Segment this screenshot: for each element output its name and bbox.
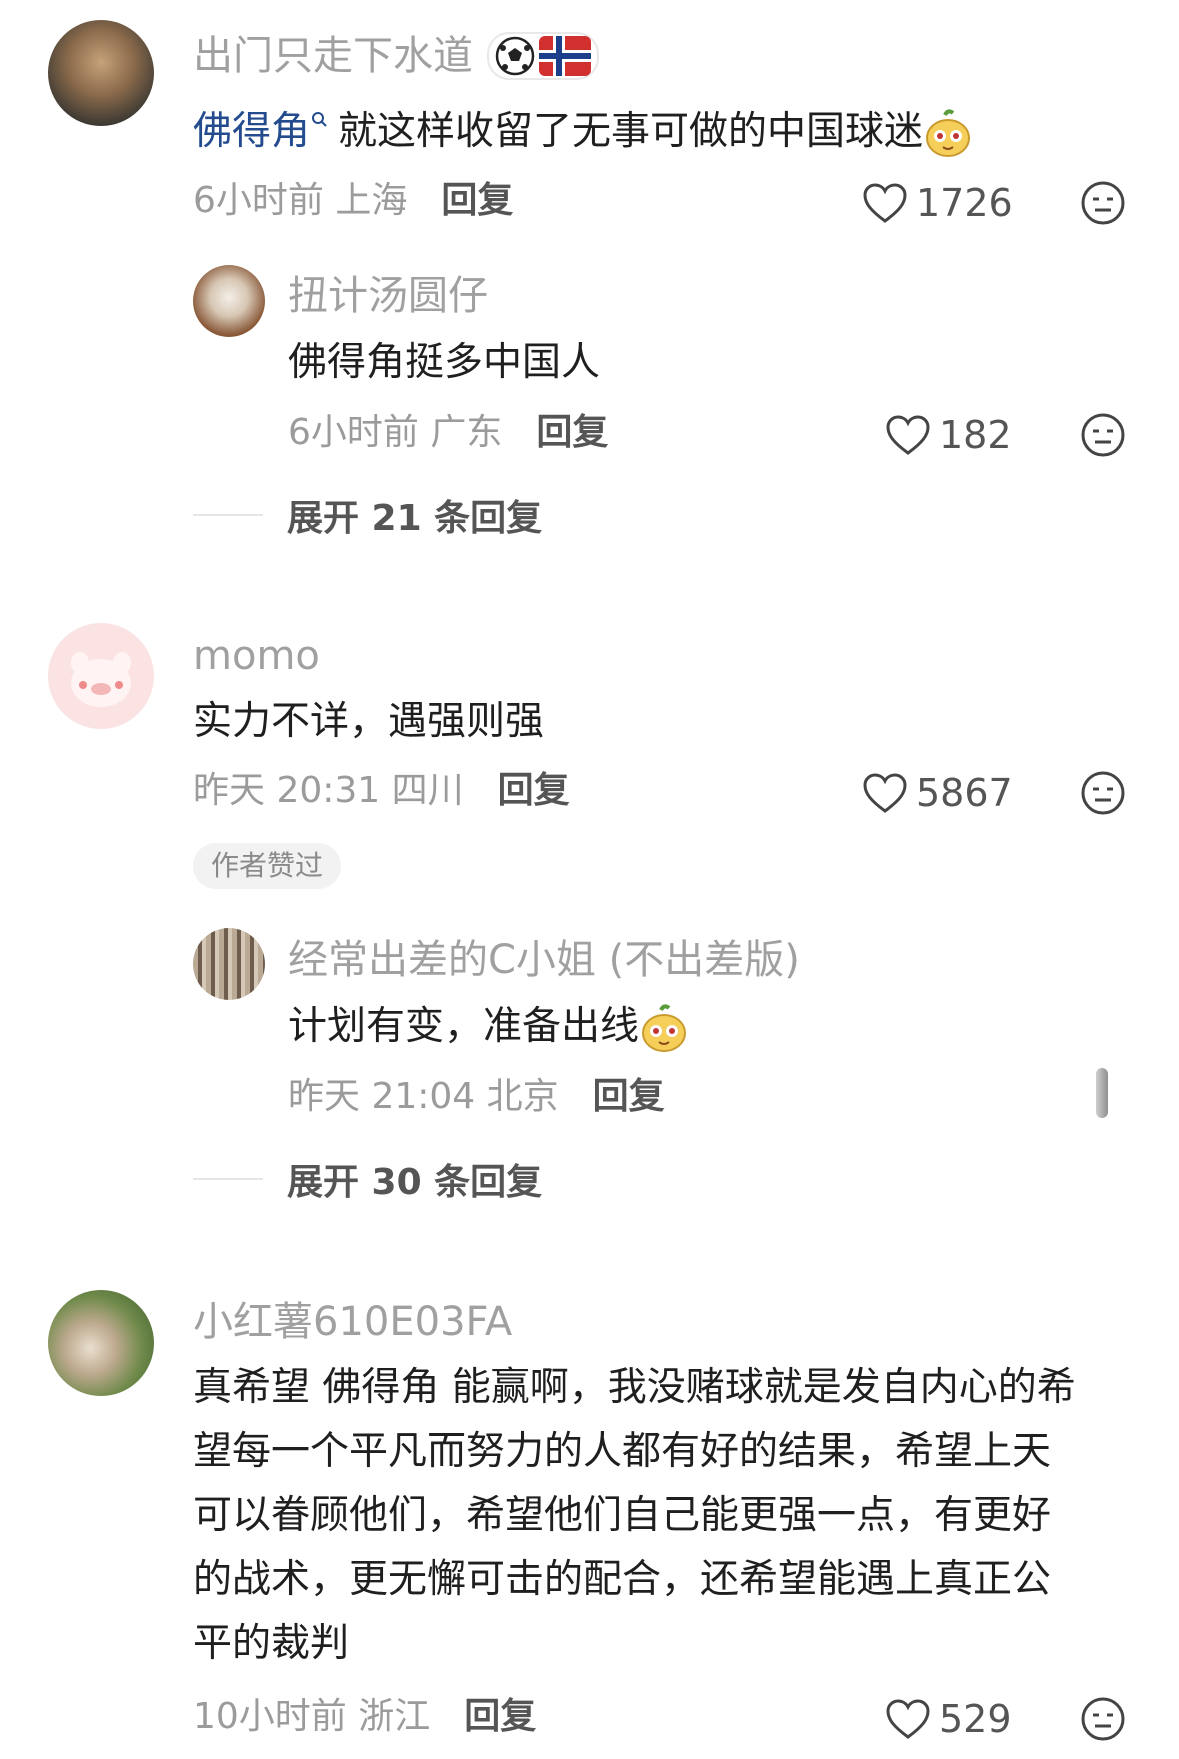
heart-outline-icon	[863, 773, 907, 813]
expand-label: 展开 30 条回复	[287, 1162, 543, 1203]
content-line: 可以眷顾他们，希望他们自己能更强一点，有更好	[193, 1493, 1052, 1538]
avatar[interactable]	[48, 1290, 154, 1396]
reply-button[interactable]: 回复	[536, 410, 608, 456]
dislike-button[interactable]	[1080, 770, 1126, 816]
scrollbar[interactable]	[1096, 1068, 1108, 1118]
content-line: 真希望 佛得角 能赢啊，我没赌球就是发自内心的希	[193, 1365, 1076, 1410]
comment-meta: 昨天 20:31 四川 回复	[193, 768, 570, 814]
time-location: 10小时前 浙江	[193, 1696, 431, 1737]
like-button[interactable]: 182	[885, 412, 1012, 458]
dislike-button[interactable]	[1080, 412, 1126, 458]
author-liked-tag: 作者赞过	[193, 843, 342, 889]
username[interactable]: 扭计汤圆仔	[288, 270, 488, 322]
expand-label: 展开 21 条回复	[287, 498, 543, 539]
comment-content: 实力不详，遇强则强	[193, 699, 545, 744]
divider	[193, 1178, 263, 1180]
reply-content: 计划有变，准备出线	[288, 995, 689, 1059]
time-location: 6小时前 广东	[288, 412, 503, 453]
reply-text: 计划有变，准备出线	[288, 1004, 640, 1049]
comment-content: 佛得角 就这样收留了无事可做的中国球迷	[193, 100, 973, 164]
username[interactable]: 出门只走下水道	[193, 30, 473, 82]
meh-face-icon	[1081, 413, 1125, 457]
heart-outline-icon	[886, 415, 930, 455]
like-count: 182	[939, 413, 1012, 457]
reply-button[interactable]: 回复	[464, 1694, 536, 1740]
username[interactable]: 经常出差的C小姐 (不出差版)	[288, 934, 800, 986]
content-line: 望每一个平凡而努力的人都有好的结果，希望上天	[193, 1429, 1052, 1474]
pig-face-icon	[71, 652, 131, 707]
avatar[interactable]	[193, 265, 265, 337]
comment-content: 真希望 佛得角 能赢啊，我没赌球就是发自内心的希 望每一个平凡而努力的人都有好的…	[193, 1356, 1076, 1676]
time-location: 昨天 21:04 北京	[288, 1076, 559, 1117]
like-button[interactable]: 1726	[862, 180, 1013, 226]
reply-button[interactable]: 回复	[441, 178, 513, 224]
soccer-norway-badge	[487, 32, 599, 80]
reply-content: 佛得角挺多中国人	[288, 340, 601, 385]
like-count: 5867	[916, 771, 1013, 815]
reply-meta: 昨天 21:04 北京 回复	[288, 1074, 665, 1120]
username[interactable]: 小红薯610E03FA	[193, 1296, 512, 1348]
comment-1-header: 出门只走下水道	[193, 30, 599, 82]
avatar[interactable]	[193, 928, 265, 1000]
dislike-button[interactable]	[1080, 180, 1126, 226]
comment-meta: 10小时前 浙江 回复	[193, 1694, 536, 1740]
time-location: 6小时前 上海	[193, 180, 408, 221]
like-count: 1726	[916, 181, 1013, 225]
expand-replies-button[interactable]: 展开 30 条回复	[193, 1156, 543, 1203]
like-count: 529	[939, 1697, 1012, 1741]
divider	[193, 514, 263, 516]
meh-face-icon	[1081, 1697, 1125, 1741]
comment-text: 就这样收留了无事可做的中国球迷	[338, 109, 924, 154]
heart-outline-icon	[863, 183, 907, 223]
content-line: 的战术，更无懈可击的配合，还希望能遇上真正公	[193, 1557, 1052, 1602]
mascot-emoji	[642, 1003, 687, 1052]
heart-outline-icon	[886, 1699, 930, 1739]
expand-replies-button[interactable]: 展开 21 条回复	[193, 492, 543, 539]
search-icon	[312, 112, 327, 127]
reply-meta: 6小时前 广东 回复	[288, 410, 608, 456]
like-button[interactable]: 529	[885, 1696, 1012, 1742]
dislike-button[interactable]	[1080, 1696, 1126, 1742]
time-location: 昨天 20:31 四川	[193, 770, 464, 811]
content-line: 平的裁判	[193, 1621, 350, 1666]
mascot-emoji	[926, 108, 971, 157]
topic-link[interactable]: 佛得角	[193, 109, 310, 154]
soccer-ball-icon	[495, 36, 535, 76]
comment-meta: 6小时前 上海 回复	[193, 178, 513, 224]
username[interactable]: momo	[193, 630, 320, 682]
like-button[interactable]: 5867	[862, 770, 1013, 816]
avatar[interactable]	[48, 623, 154, 729]
reply-button[interactable]: 回复	[593, 1074, 665, 1120]
avatar[interactable]	[48, 20, 154, 126]
meh-face-icon	[1081, 771, 1125, 815]
norway-flag-icon	[539, 36, 591, 76]
reply-button[interactable]: 回复	[498, 768, 570, 814]
meh-face-icon	[1081, 181, 1125, 225]
